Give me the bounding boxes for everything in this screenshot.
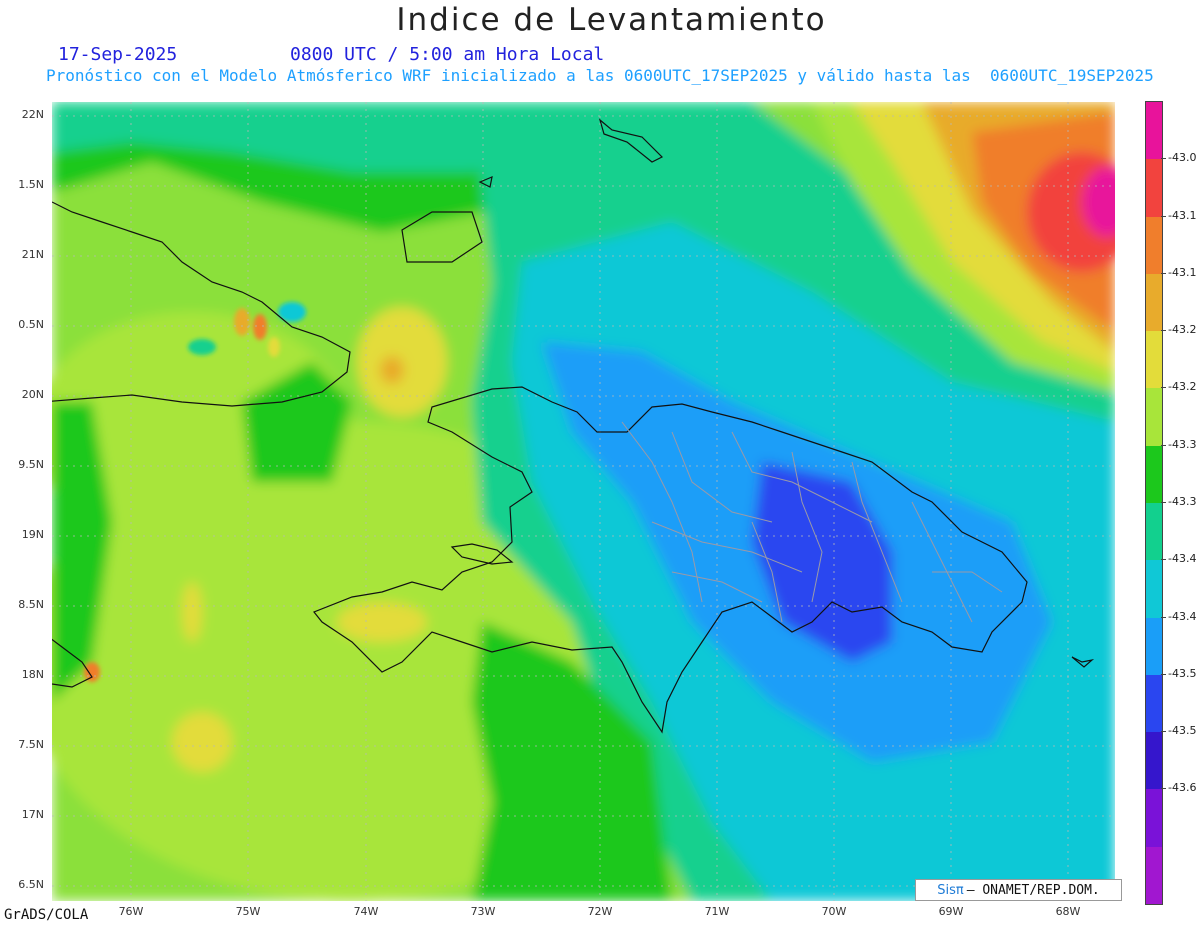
field-zone — [182, 582, 202, 642]
lon-label: 74W — [353, 905, 379, 918]
colorbar-tick — [1161, 788, 1166, 790]
colorbar-segment — [1146, 789, 1162, 848]
forecast-date: 17-Sep-2025 — [58, 44, 178, 65]
colorbar-tick — [1161, 731, 1166, 733]
field-zone — [188, 339, 216, 355]
colorbar-segment — [1146, 445, 1162, 504]
colorbar-label: -43.3 — [1168, 495, 1197, 508]
grads-credit: GrADS/COLA — [4, 907, 89, 923]
colorbar-tick — [1161, 502, 1166, 503]
map-panel — [52, 102, 1115, 901]
lat-label: 9.5N — [18, 458, 44, 471]
colorbar-tick — [1161, 559, 1166, 561]
colorbar-segment — [1146, 732, 1162, 790]
colorbar-segment — [1146, 331, 1162, 389]
lat-label: 6.5N — [18, 878, 44, 891]
field-layer — [52, 102, 1115, 901]
colorbar-tick — [1161, 215, 1166, 217]
forecast-description: Pronóstico con el Modelo Atmósferico WRF… — [46, 66, 1154, 85]
colorbar-segment — [1146, 617, 1162, 676]
colorbar-tick — [1161, 616, 1166, 618]
forecast-time: 0800 UTC / 5:00 am Hora Local — [290, 44, 605, 65]
lat-label: 8.5N — [18, 598, 44, 611]
lon-label: 72W — [587, 905, 613, 918]
colorbar-tick — [1161, 444, 1166, 446]
colorbar-segment — [1146, 503, 1162, 561]
lat-label: 22N — [21, 108, 44, 121]
chart-title: Indice de Levantamiento — [396, 2, 827, 38]
lat-label: 20N — [21, 388, 44, 401]
colorbar-label: -43.5 — [1168, 666, 1197, 680]
colorbar-segment — [1146, 159, 1162, 218]
colorbar-label: -43.2 — [1168, 380, 1197, 394]
field-zone — [172, 712, 232, 772]
lat-label: 19N — [21, 528, 44, 541]
lon-label: 73W — [470, 905, 496, 918]
colorbar-segment — [1146, 216, 1162, 275]
colorbar-tick — [1161, 158, 1166, 160]
onamet-text: – ONAMET/REP.DOM. — [966, 882, 1100, 898]
lon-label: 69W — [938, 905, 964, 918]
colorbar-label: -43.3 — [1168, 437, 1197, 451]
colorbar-segment — [1146, 846, 1162, 905]
colorbar-tick — [1161, 272, 1166, 274]
field-zone — [268, 337, 280, 357]
lon-label: 75W — [235, 905, 261, 918]
colorbar — [1145, 101, 1163, 905]
onamet-logo: Sisπ – ONAMET/REP.DOM. — [915, 879, 1122, 901]
colorbar-tick — [1161, 387, 1166, 389]
colorbar-label: -43.0 — [1168, 151, 1197, 165]
lon-label: 71W — [704, 905, 730, 918]
colorbar-tick — [1161, 673, 1166, 675]
field-zone — [380, 356, 404, 384]
lat-label: 0.5N — [18, 318, 44, 331]
colorbar-label: -43.5 — [1168, 724, 1197, 738]
lat-label: 18N — [21, 668, 44, 681]
colorbar-tick — [1161, 330, 1166, 332]
colorbar-label: -43.1 — [1168, 208, 1197, 222]
field-zone — [253, 314, 267, 340]
colorbar-segment — [1146, 388, 1162, 447]
lon-label: 76W — [118, 905, 144, 918]
colorbar-segment — [1146, 102, 1162, 160]
field-zone — [337, 602, 427, 642]
lat-label: 1.5N — [18, 178, 44, 191]
lat-label: 7.5N — [18, 738, 44, 751]
field-zone — [357, 307, 447, 417]
lat-label: 21N — [21, 248, 44, 261]
colorbar-label: -43.1 — [1168, 265, 1197, 279]
colorbar-label: -43.2 — [1168, 323, 1197, 337]
colorbar-segment — [1146, 674, 1162, 733]
colorbar-segment — [1146, 273, 1162, 332]
sisct-brand: Sisπ — [937, 882, 964, 898]
colorbar-label: -43.6 — [1168, 781, 1197, 795]
lifted-index-map — [52, 102, 1115, 901]
field-zone — [84, 662, 100, 682]
lat-label: 17N — [21, 808, 44, 821]
lon-label: 68W — [1055, 905, 1081, 918]
colorbar-label: -43.4 — [1168, 609, 1197, 623]
colorbar-label: -43.4 — [1168, 552, 1197, 566]
colorbar-segment — [1146, 560, 1162, 619]
lon-label: 70W — [821, 905, 847, 918]
